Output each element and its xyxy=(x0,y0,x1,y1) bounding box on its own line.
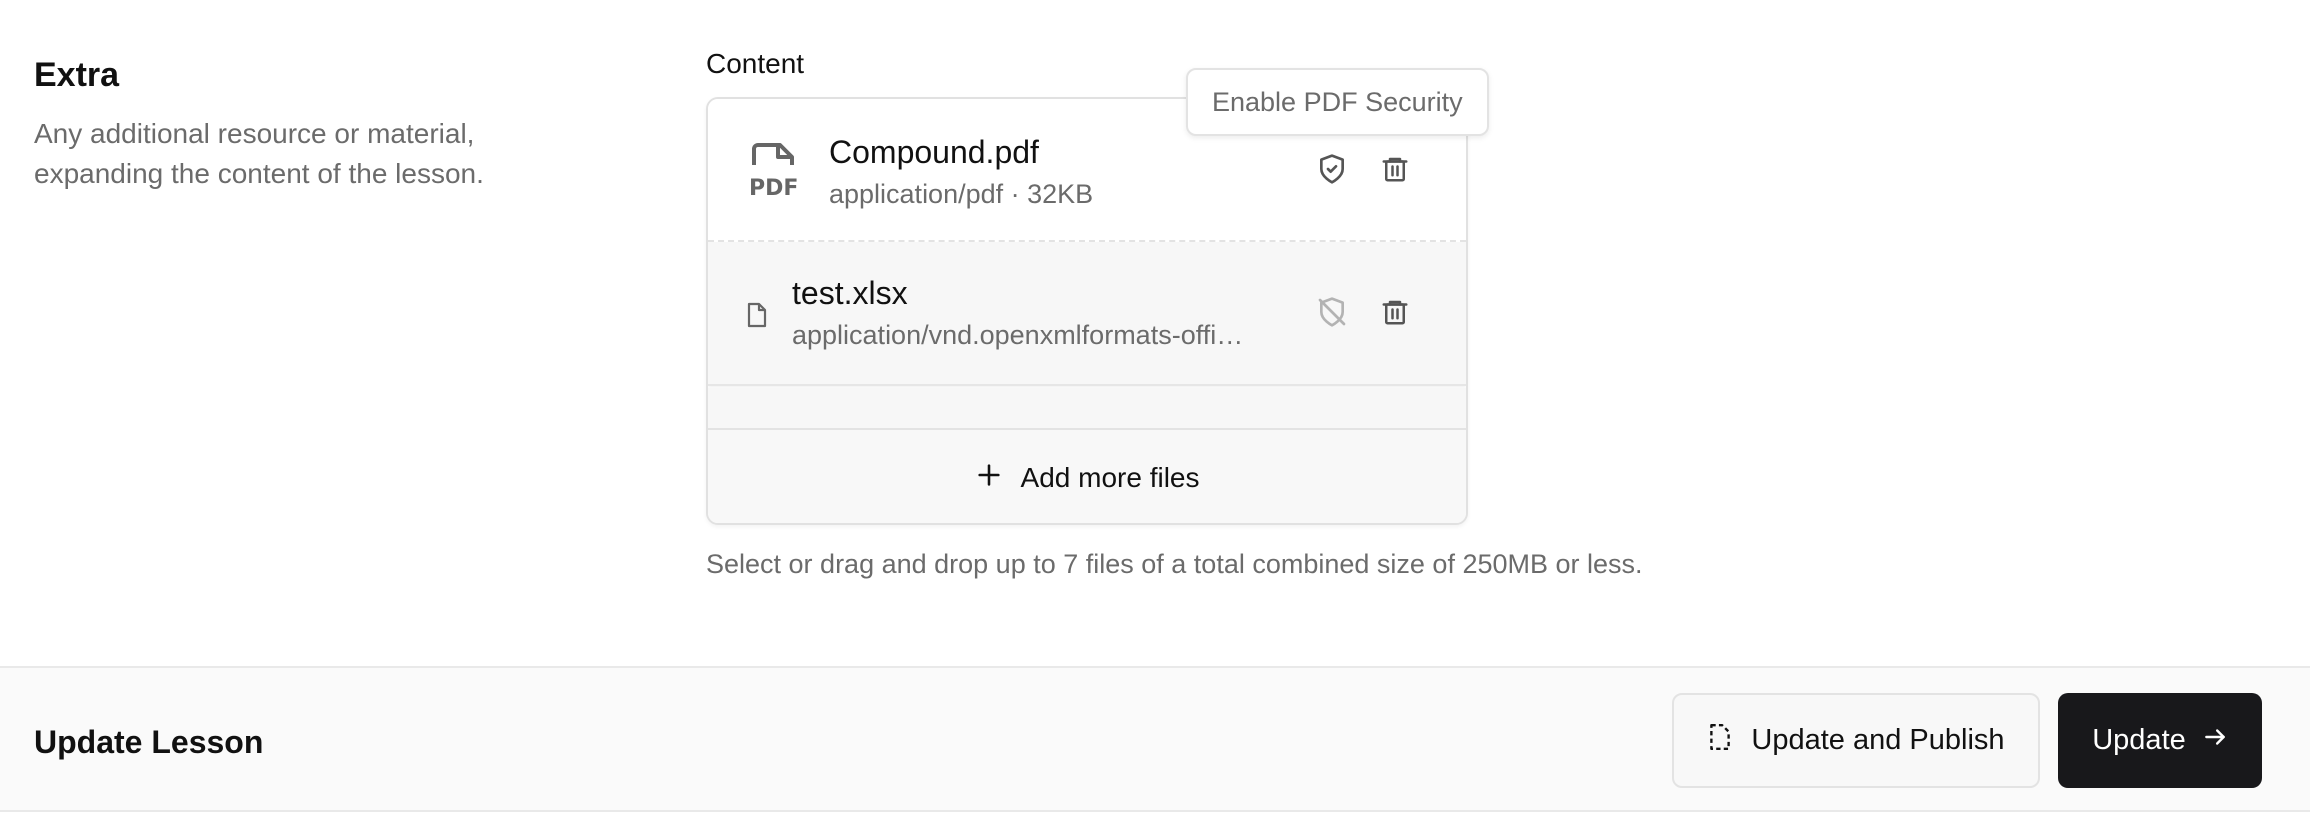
arrow-right-icon xyxy=(2202,724,2228,758)
file-upload-list[interactable]: PDF Compound.pdf application/pdf · 32KB … xyxy=(706,97,1468,525)
section-description: Any additional resource or material, exp… xyxy=(34,118,484,189)
update-and-publish-button[interactable]: Update and Publish xyxy=(1672,693,2040,788)
pdf-security-tooltip: Enable PDF Security xyxy=(1186,68,1489,136)
footer-title: Update Lesson xyxy=(34,724,264,760)
shield-check-icon[interactable] xyxy=(1312,149,1352,189)
plus-icon xyxy=(975,461,1003,494)
file-icon xyxy=(746,302,768,328)
add-more-files-label: Add more files xyxy=(1020,461,1200,493)
update-label: Update xyxy=(2092,724,2186,756)
file-list-spacer xyxy=(708,388,1466,430)
svg-text:PDF: PDF xyxy=(749,176,798,197)
trash-icon[interactable] xyxy=(1375,149,1415,189)
file-item: test.xlsx application/vnd.openxmlformats… xyxy=(708,242,1466,386)
pdf-file-icon: PDF xyxy=(748,141,800,201)
upload-hint: Select or drag and drop up to 7 files of… xyxy=(706,549,1643,579)
file-name: Compound.pdf xyxy=(829,134,1039,170)
update-and-publish-label: Update and Publish xyxy=(1751,724,2005,756)
update-button[interactable]: Update xyxy=(2058,693,2262,788)
content-label: Content xyxy=(706,48,805,79)
footer-bar: Update Lesson Update and Publish Update xyxy=(0,666,2310,812)
section-title: Extra xyxy=(34,56,120,94)
publish-file-icon xyxy=(1707,723,1733,759)
add-more-files-button[interactable]: Add more files xyxy=(708,430,1466,523)
file-meta: application/vnd.openxmlformats-offi… xyxy=(792,320,1244,350)
shield-off-icon[interactable] xyxy=(1312,292,1352,332)
trash-icon[interactable] xyxy=(1375,292,1415,332)
file-meta: application/pdf · 32KB xyxy=(829,179,1094,209)
file-name: test.xlsx xyxy=(792,275,908,311)
